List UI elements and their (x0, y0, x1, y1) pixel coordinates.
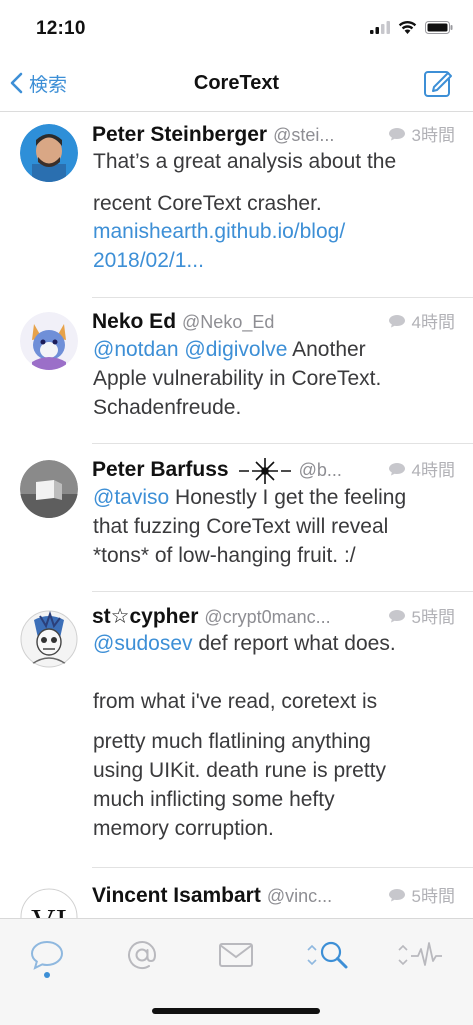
author-handle[interactable]: @b... (299, 460, 382, 481)
tweet-meta: 3時間 (388, 121, 455, 146)
svg-text:VI: VI (31, 903, 67, 918)
tweet-cell[interactable]: Peter Barfuss @b... 4時間 @taviso Honestly… (0, 444, 473, 592)
tweet-link[interactable]: 2018/02/1... (93, 249, 204, 272)
tweet-timeline[interactable]: Peter Steinberger @stei... 3時間 That’s a … (0, 112, 473, 918)
tweet-meta: 5時間 (388, 603, 455, 628)
tweet-header: Peter Steinberger @stei... 3時間 (92, 121, 455, 151)
tweet-header: Vincent Isambart @vinc... 5時間 (92, 882, 455, 912)
tweet-link[interactable]: manishearth.github.io/blog/ (93, 220, 345, 243)
author-handle[interactable]: @vinc... (267, 886, 382, 907)
activity-icon (398, 942, 442, 966)
tweet-text-line: @sudosev def report what does. (93, 632, 396, 655)
tweet-text-line: That’s a great analysis about the (93, 150, 397, 173)
reply-bubble-icon (388, 127, 405, 140)
tweet-cell[interactable]: st☆cypher @crypt0manc... 5時間 @sudosev de… (0, 592, 473, 868)
author-handle[interactable]: @stei... (273, 125, 381, 146)
tweet-text-line: @notdan @digivolve Another (93, 338, 366, 361)
tweet-text-line: manishearth.github.io/blog/ (93, 220, 345, 244)
tab-messages[interactable] (206, 933, 266, 977)
tweet-text-line: much inflicting some hefty (93, 788, 335, 811)
battery-icon (425, 20, 453, 34)
avatar[interactable] (20, 610, 78, 668)
tweet-time: 3時間 (411, 126, 455, 145)
tweet-text-line: memory corruption. (93, 817, 274, 840)
wifi-icon (398, 20, 417, 34)
tweet-header: st☆cypher @crypt0manc... 5時間 (92, 603, 455, 633)
tweet-text-line: pretty much flatlining anything (93, 730, 371, 753)
search-icon (307, 941, 348, 969)
tweet-meta: 4時間 (388, 456, 455, 481)
avatar[interactable] (20, 460, 78, 518)
tab-activity[interactable] (390, 933, 450, 977)
compose-button[interactable] (423, 68, 453, 103)
tweet-header: Peter Barfuss @b... 4時間 (92, 456, 455, 486)
home-indicator[interactable] (152, 1008, 320, 1014)
author-handle[interactable]: @crypt0manc... (204, 607, 381, 628)
author-name[interactable]: Vincent Isambart (92, 884, 261, 908)
tab-search[interactable] (298, 933, 358, 977)
reply-bubble-icon (388, 888, 405, 901)
mention-link[interactable]: @notdan (93, 338, 179, 361)
reply-bubble-icon (388, 609, 405, 622)
tweet-cell[interactable]: Peter Steinberger @stei... 3時間 That’s a … (0, 112, 473, 298)
mention-link[interactable]: @taviso (93, 486, 169, 509)
tweet-text-line: Schadenfreude. (93, 396, 242, 419)
reply-bubble-icon (388, 314, 405, 327)
author-name[interactable]: st☆cypher (92, 604, 198, 629)
tweet-text-line: Apple vulnerability in CoreText. (93, 367, 382, 390)
author-name[interactable]: Neko Ed (92, 310, 176, 334)
tweet-text-line: @taviso Honestly I get the feeling (93, 486, 407, 509)
tweet-header: Neko Ed @Neko_Ed 4時間 (92, 308, 455, 338)
decorative-snowflake-icon (238, 458, 291, 484)
mention-link[interactable]: @digivolve (184, 338, 287, 361)
author-name[interactable]: Peter Steinberger (92, 123, 267, 147)
tweet-meta: 4時間 (388, 308, 455, 333)
tweet-text-line: that fuzzing CoreText will reveal (93, 515, 389, 538)
tweet-cell[interactable]: VI Vincent Isambart @vinc... 5時間 (0, 868, 473, 918)
author-handle[interactable]: @Neko_Ed (182, 312, 382, 333)
envelope-icon (219, 943, 253, 967)
reply-bubble-icon (388, 462, 405, 475)
navigation-bar: 検索 CoreText (0, 56, 473, 112)
tweet-time: 5時間 (411, 608, 455, 627)
mention-link[interactable]: @sudosev (93, 632, 193, 655)
tweet-text-line: from what i've read, coretext is (93, 690, 378, 713)
compose-icon (424, 71, 452, 97)
tweet-text-line: *tons* of low-hanging fruit. :/ (93, 544, 356, 567)
status-bar: 12:10 (0, 0, 473, 56)
avatar[interactable] (20, 312, 78, 370)
active-tab-indicator (44, 972, 50, 978)
at-sign-icon (128, 941, 157, 969)
tab-mentions[interactable] (112, 933, 172, 977)
cellular-signal-icon (370, 20, 390, 34)
speech-bubble-icon (30, 940, 64, 970)
status-icons (370, 20, 453, 34)
avatar[interactable]: VI (20, 888, 78, 918)
tweet-time: 4時間 (411, 313, 455, 332)
avatar[interactable] (20, 124, 78, 182)
tweet-text-line: recent CoreText crasher. (93, 192, 322, 215)
tweet-meta: 5時間 (388, 882, 455, 907)
status-time: 12:10 (36, 18, 86, 39)
tweet-time: 5時間 (411, 887, 455, 906)
tweet-text-line: using UIKit. death rune is pretty (93, 759, 386, 782)
author-name[interactable]: Peter Barfuss (92, 458, 229, 482)
tab-timeline[interactable] (17, 933, 77, 977)
page-title: CoreText (193, 72, 280, 94)
tweet-time: 4時間 (411, 461, 455, 480)
tweet-cell[interactable]: Neko Ed @Neko_Ed 4時間 @notdan @digivolve … (0, 298, 473, 444)
tweet-text-line: 2018/02/1... (93, 249, 204, 273)
